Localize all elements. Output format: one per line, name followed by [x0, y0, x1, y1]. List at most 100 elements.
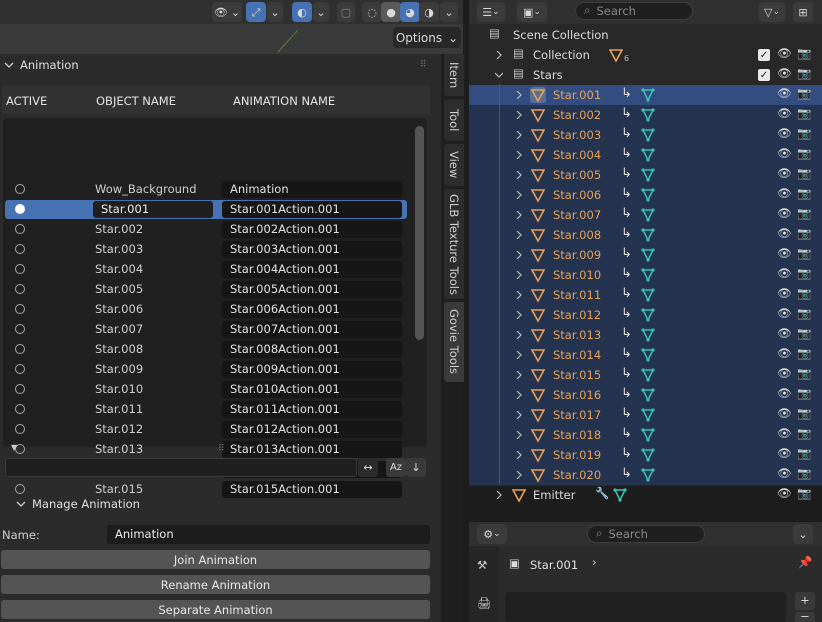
chevron-right-icon[interactable]: [515, 471, 523, 479]
camera-icon[interactable]: 📷: [797, 327, 811, 340]
list-item[interactable]: Star.007 Star.007Action.001: [5, 320, 407, 339]
eye-icon[interactable]: 👁: [777, 47, 792, 60]
list-item[interactable]: Star.005 Star.005Action.001: [5, 280, 407, 299]
chevron-right-icon[interactable]: [515, 371, 523, 379]
tab-tool[interactable]: Tool: [444, 99, 464, 141]
gizmo-dropdown[interactable]: ⌄: [267, 2, 283, 22]
tool-tab-icon[interactable]: ⚒: [477, 559, 487, 572]
chevron-right-icon[interactable]: [515, 131, 523, 139]
mesh-data-icon[interactable]: [641, 288, 655, 302]
parent-arrow-icon[interactable]: ↳: [621, 347, 632, 360]
camera-icon[interactable]: 📷: [797, 67, 811, 80]
camera-icon[interactable]: 📷: [797, 227, 811, 240]
options-dropdown[interactable]: Options ⌄: [393, 27, 461, 48]
emitter-row[interactable]: Emitter 🔧 👁 📷: [469, 485, 822, 505]
chevron-right-icon[interactable]: [515, 111, 523, 119]
animation-name-field[interactable]: Animation: [222, 181, 402, 198]
add-button[interactable]: +: [795, 592, 815, 610]
eye-icon[interactable]: 👁: [777, 447, 792, 460]
list-item[interactable]: Star.002 Star.002Action.001: [5, 220, 407, 239]
outliner-star-row[interactable]: Star.015 ↳ 👁 📷: [469, 365, 822, 385]
chevron-right-icon[interactable]: [515, 411, 523, 419]
eye-icon[interactable]: 👁: [777, 307, 792, 320]
mesh-data-icon[interactable]: [641, 108, 655, 122]
active-radio[interactable]: [15, 304, 25, 314]
outliner-star-row[interactable]: Star.012 ↳ 👁 📷: [469, 305, 822, 325]
parent-arrow-icon[interactable]: ↳: [621, 447, 632, 460]
list-item[interactable]: Star.012 Star.012Action.001: [5, 420, 407, 439]
eye-icon[interactable]: 👁: [777, 147, 792, 160]
eye-icon[interactable]: 👁: [777, 67, 792, 80]
outliner-star-row[interactable]: Star.019 ↳ 👁 📷: [469, 445, 822, 465]
eye-icon[interactable]: 👁: [777, 247, 792, 260]
animation-name-field[interactable]: Star.001Action.001: [222, 201, 402, 218]
parent-arrow-icon[interactable]: ↳: [621, 107, 632, 120]
eye-icon[interactable]: 👁: [777, 107, 792, 120]
parent-arrow-icon[interactable]: ↳: [621, 227, 632, 240]
parent-arrow-icon[interactable]: ↳: [621, 467, 632, 480]
render-tab-icon[interactable]: 🖨: [477, 597, 492, 610]
chevron-right-icon[interactable]: [515, 231, 523, 239]
list-item[interactable]: Star.009 Star.009Action.001: [5, 360, 407, 379]
active-radio[interactable]: [15, 404, 25, 414]
mesh-data-icon[interactable]: [641, 268, 655, 282]
parent-arrow-icon[interactable]: ↳: [621, 367, 632, 380]
manage-animation-header[interactable]: Manage Animation: [12, 493, 432, 515]
parent-arrow-icon[interactable]: ↳: [621, 127, 632, 140]
overlays-toggle[interactable]: ◐: [292, 2, 312, 22]
mesh-data-icon[interactable]: [641, 248, 655, 262]
shading-material[interactable]: ◕: [400, 2, 420, 22]
outliner-star-row[interactable]: Star.020 ↳ 👁 📷: [469, 465, 822, 485]
mesh-data-icon[interactable]: [641, 348, 655, 362]
chevron-right-icon[interactable]: [495, 491, 503, 499]
eye-icon[interactable]: 👁: [777, 207, 792, 220]
separate-animation-button[interactable]: Separate Animation: [1, 600, 430, 619]
camera-icon[interactable]: 📷: [797, 47, 811, 60]
animation-name-field[interactable]: Star.002Action.001: [222, 221, 402, 238]
new-collection-button[interactable]: ⊞: [793, 2, 813, 22]
outliner-star-row[interactable]: Star.001 ↳ 👁 📷: [469, 85, 822, 105]
chevron-right-icon[interactable]: [515, 91, 523, 99]
pin-icon[interactable]: 📌: [798, 556, 812, 569]
eye-icon[interactable]: 👁: [777, 227, 792, 240]
chevron-right-icon[interactable]: ›: [592, 556, 597, 569]
mesh-data-icon[interactable]: [641, 148, 655, 162]
shading-dropdown[interactable]: ⌄: [440, 2, 458, 22]
animation-name-field[interactable]: Star.007Action.001: [222, 321, 402, 338]
eye-icon[interactable]: 👁: [777, 167, 792, 180]
animation-name-field[interactable]: Star.013Action.001: [222, 441, 402, 458]
outliner-star-row[interactable]: Star.010 ↳ 👁 📷: [469, 265, 822, 285]
camera-icon[interactable]: 📷: [797, 307, 811, 320]
animation-name-field[interactable]: Animation: [107, 525, 430, 544]
list-item[interactable]: Star.010 Star.010Action.001: [5, 380, 407, 399]
parent-arrow-icon[interactable]: ↳: [621, 207, 632, 220]
list-item[interactable]: Wow_Background Animation: [5, 180, 407, 199]
eye-icon[interactable]: 👁: [777, 187, 792, 200]
camera-icon[interactable]: 📷: [797, 107, 811, 120]
parent-arrow-icon[interactable]: ↳: [621, 287, 632, 300]
mesh-data-icon[interactable]: [641, 128, 655, 142]
outliner-star-row[interactable]: Star.008 ↳ 👁 📷: [469, 225, 822, 245]
display-mode-dropdown[interactable]: ▣ ⌄: [517, 2, 547, 22]
list-item[interactable]: Star.001 Star.001Action.001: [5, 200, 407, 219]
camera-icon[interactable]: 📷: [797, 467, 811, 480]
exclude-checkbox[interactable]: ✓: [758, 49, 770, 61]
mesh-data-icon[interactable]: [641, 388, 655, 402]
properties-options-dropdown[interactable]: ⌄: [793, 524, 813, 544]
chevron-right-icon[interactable]: [515, 311, 523, 319]
outliner-star-row[interactable]: Star.006 ↳ 👁 📷: [469, 185, 822, 205]
animation-name-field[interactable]: Star.008Action.001: [222, 341, 402, 358]
active-radio[interactable]: [15, 384, 25, 394]
properties-search[interactable]: ⌕ Search: [587, 525, 705, 543]
camera-icon[interactable]: 📷: [797, 207, 811, 220]
list-scrollbar[interactable]: [415, 126, 424, 340]
outliner-star-row[interactable]: Star.013 ↳ 👁 📷: [469, 325, 822, 345]
camera-icon[interactable]: 📷: [797, 287, 811, 300]
object-name[interactable]: Star.001: [93, 201, 213, 218]
tab-govie-tools[interactable]: Govie Tools: [444, 302, 464, 382]
camera-icon[interactable]: 📷: [797, 407, 811, 420]
invert-filter-button[interactable]: ↔: [358, 458, 378, 477]
parent-arrow-icon[interactable]: ↳: [621, 307, 632, 320]
parent-arrow-icon[interactable]: ↳: [621, 327, 632, 340]
outliner-star-row[interactable]: Star.017 ↳ 👁 📷: [469, 405, 822, 425]
